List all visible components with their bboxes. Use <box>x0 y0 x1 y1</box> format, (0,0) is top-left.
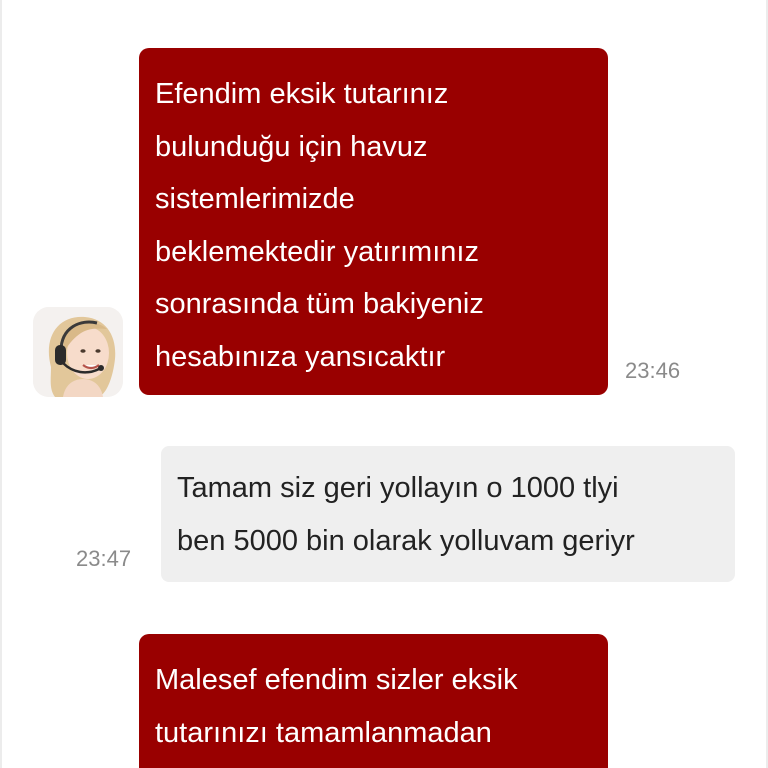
user-message-bubble[interactable]: Tamam siz geri yollayın o 1000 tlyi ben … <box>161 446 735 582</box>
support-agent-avatar-icon <box>33 307 123 397</box>
agent-avatar[interactable] <box>33 307 123 397</box>
message-timestamp: 23:46 <box>625 358 681 383</box>
agent-message-bubble[interactable]: Efendim eksik tutarınız bulunduğu için h… <box>139 48 608 395</box>
frame-edge-left <box>0 0 2 768</box>
message-timestamp: 23:47 <box>76 546 132 571</box>
agent-message-bubble[interactable]: Malesef efendim sizler eksik tutarınızı … <box>139 634 608 768</box>
